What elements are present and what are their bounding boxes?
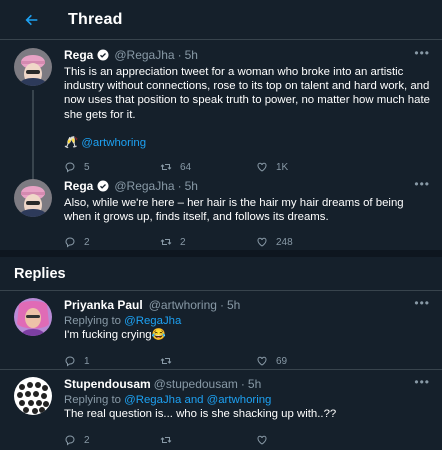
timestamp[interactable]: 5h xyxy=(227,298,240,312)
like-icon xyxy=(256,434,268,446)
more-icon[interactable]: ••• xyxy=(414,375,430,389)
separator-dot: · xyxy=(177,179,182,193)
retweet-icon xyxy=(160,434,172,446)
thread-connector xyxy=(32,90,34,180)
thread-header: Thread xyxy=(0,0,442,40)
reply-icon xyxy=(64,236,76,248)
verified-badge-icon xyxy=(97,180,109,192)
timestamp[interactable]: 5h xyxy=(185,179,198,193)
like-icon xyxy=(256,236,268,248)
tweet-meta: Rega @RegaJha · 5h xyxy=(64,177,430,195)
replying-to-prefix: Replying to xyxy=(64,394,125,406)
replies-heading: Replies xyxy=(0,257,442,291)
retweet-count: 64 xyxy=(180,161,192,173)
tweet-meta: Stupendousam @stupedousam · 5h xyxy=(64,375,430,393)
reply-button[interactable]: 5 xyxy=(64,161,160,173)
replying-to-link[interactable]: @RegaJha and @artwhoring xyxy=(124,394,271,406)
replying-to-link[interactable]: @RegaJha xyxy=(124,315,181,327)
tweet-text: I'm fucking crying😂 xyxy=(64,328,430,342)
like-icon xyxy=(256,355,268,367)
like-button[interactable] xyxy=(256,434,352,446)
verified-badge-icon xyxy=(97,49,109,61)
tweet-meta: Priyanka Paul @artwhoring · 5h xyxy=(64,296,430,314)
display-name[interactable]: Rega xyxy=(64,48,93,62)
timestamp[interactable]: 5h xyxy=(248,377,261,391)
mention-link[interactable]: @artwhoring xyxy=(81,137,146,149)
like-count: 69 xyxy=(276,355,288,367)
reply-icon xyxy=(64,161,76,173)
separator-dot: · xyxy=(177,48,182,62)
like-count: 248 xyxy=(276,236,293,248)
separator-dot: · xyxy=(240,377,245,391)
reply-button[interactable]: 2 xyxy=(64,434,160,446)
more-icon[interactable]: ••• xyxy=(414,46,430,60)
reply-button[interactable]: 1 xyxy=(64,355,160,367)
reply-count: 2 xyxy=(84,434,90,446)
page-title: Thread xyxy=(68,10,123,28)
retweet-button[interactable]: 2 xyxy=(160,236,256,248)
replying-to-prefix: Replying to xyxy=(64,315,125,327)
like-count: 1K xyxy=(276,161,289,173)
tweet-mention-line: 🥂 @artwhoring xyxy=(64,136,430,150)
replying-to: Replying to @RegaJha and @artwhoring xyxy=(64,393,430,407)
retweet-button[interactable] xyxy=(160,355,256,367)
tweet-text-body: I'm fucking crying xyxy=(64,329,152,341)
avatar[interactable] xyxy=(14,179,52,217)
like-button[interactable]: 69 xyxy=(256,355,352,367)
thread-tweet-1[interactable]: ••• Rega @RegaJha · 5h This is an apprec… xyxy=(0,40,442,180)
reply-tweet-2[interactable]: ••• Stupendousam @stupedousam · 5h Reply… xyxy=(0,370,442,450)
display-name[interactable]: Stupendousam xyxy=(64,377,151,391)
separator-dot: · xyxy=(219,298,224,312)
retweet-count: 2 xyxy=(180,236,186,248)
retweet-icon xyxy=(160,236,172,248)
avatar[interactable] xyxy=(14,48,52,86)
more-icon[interactable]: ••• xyxy=(414,296,430,310)
tweet-meta: Rega @RegaJha · 5h xyxy=(64,46,430,64)
retweet-button[interactable] xyxy=(160,434,256,446)
tweet-actions: 2 2 248 xyxy=(64,229,430,255)
display-name[interactable]: Priyanka Paul xyxy=(64,298,143,312)
retweet-button[interactable]: 64 xyxy=(160,161,256,173)
tweet-text: The real question is... who is she shack… xyxy=(64,408,337,420)
reply-icon xyxy=(64,355,76,367)
handle[interactable]: @artwhoring xyxy=(149,298,217,312)
glasses-emoji: 🥂 xyxy=(64,136,79,149)
like-icon xyxy=(256,161,268,173)
avatar[interactable] xyxy=(14,298,52,336)
tweet-actions: 2 xyxy=(64,427,430,450)
handle[interactable]: @stupedousam xyxy=(154,377,238,391)
retweet-icon xyxy=(160,355,172,367)
reply-tweet-1[interactable]: ••• Priyanka Paul @artwhoring · 5h Reply… xyxy=(0,291,442,370)
like-button[interactable]: 1K xyxy=(256,161,352,173)
timestamp[interactable]: 5h xyxy=(185,48,198,62)
thread-tweet-2[interactable]: ••• Rega @RegaJha · 5h Also, while we're… xyxy=(0,173,442,257)
tweet-text: Also, while we're here – her hair is the… xyxy=(64,197,404,224)
tweet-text: This is an appreciation tweet for a woma… xyxy=(64,66,430,121)
reply-count: 5 xyxy=(84,161,90,173)
avatar[interactable] xyxy=(14,377,52,415)
handle[interactable]: @RegaJha xyxy=(114,179,174,193)
reply-button[interactable]: 2 xyxy=(64,236,160,248)
back-arrow-icon[interactable] xyxy=(20,8,44,32)
display-name[interactable]: Rega xyxy=(64,179,93,193)
like-button[interactable]: 248 xyxy=(256,236,352,248)
more-icon[interactable]: ••• xyxy=(414,177,430,191)
tears-of-joy-emoji: 😂 xyxy=(151,329,166,341)
reply-count: 2 xyxy=(84,236,90,248)
reply-count: 1 xyxy=(84,355,90,367)
replying-to: Replying to @RegaJha xyxy=(64,314,430,328)
reply-icon xyxy=(64,434,76,446)
handle[interactable]: @RegaJha xyxy=(114,48,174,62)
retweet-icon xyxy=(160,161,172,173)
